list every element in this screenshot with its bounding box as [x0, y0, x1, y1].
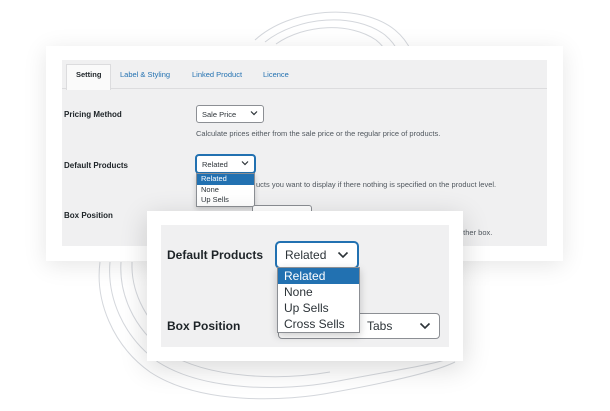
default-products-select[interactable]: Related — [196, 155, 255, 173]
tab-bar: Setting Label & Styling Linked Product L… — [62, 64, 547, 90]
dropdown-option[interactable]: None — [278, 284, 359, 300]
pricing-method-select[interactable]: Sale Price — [196, 105, 264, 123]
pricing-method-label: Pricing Method — [64, 110, 122, 119]
tab-licence[interactable]: Licence — [263, 70, 289, 79]
default-products-dropdown: Related None Up Sells — [196, 173, 255, 207]
default-products-label: Default Products — [64, 161, 129, 170]
zoom-detail-card: Default Products Related Box Position Ta… — [147, 211, 463, 361]
tab-label-styling[interactable]: Label & Styling — [120, 70, 170, 79]
dropdown-option[interactable]: Up Sells — [278, 300, 359, 316]
box-position-label-zoom: Box Position — [167, 319, 241, 333]
box-position-label: Box Position — [64, 211, 113, 220]
default-products-label-zoom: Default Products — [167, 248, 264, 262]
box-position-description: other box. — [459, 228, 493, 237]
default-products-value-zoom: Related — [285, 248, 327, 262]
dropdown-option[interactable]: Related — [197, 174, 254, 185]
box-position-value-zoom: Tabs — [367, 319, 393, 333]
tab-setting[interactable]: Setting — [66, 64, 112, 90]
dropdown-option[interactable]: None — [197, 185, 254, 196]
default-products-description: ucts you want to display if there nothin… — [256, 180, 497, 189]
zoom-panel: Default Products Related Box Position Ta… — [161, 225, 449, 347]
chevron-down-icon — [337, 251, 349, 259]
tab-linked-product[interactable]: Linked Product — [192, 70, 242, 79]
default-products-select-zoom[interactable]: Related — [276, 242, 358, 268]
default-products-value: Related — [202, 160, 228, 169]
pricing-method-value: Sale Price — [202, 110, 237, 119]
pricing-method-description: Calculate prices either from the sale pr… — [196, 129, 441, 138]
dropdown-option[interactable]: Up Sells — [197, 195, 254, 206]
dropdown-option[interactable]: Related — [278, 268, 359, 284]
chevron-down-icon — [250, 111, 258, 116]
chevron-down-icon — [241, 161, 249, 166]
default-products-dropdown-zoom: Related None Up Sells Cross Sells — [277, 267, 360, 333]
chevron-down-icon — [419, 322, 431, 330]
dropdown-option[interactable]: Cross Sells — [278, 316, 359, 332]
